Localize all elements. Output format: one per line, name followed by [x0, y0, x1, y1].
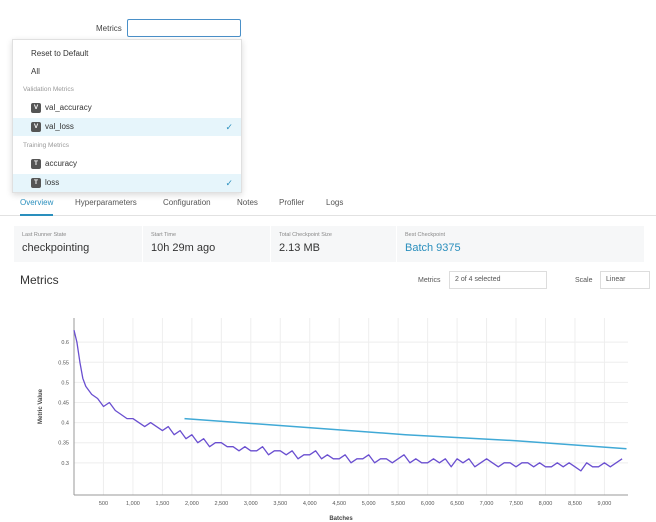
- metrics-select[interactable]: 2 of 4 selected: [449, 271, 547, 289]
- validation-metrics-group-label: Validation Metrics: [23, 86, 74, 93]
- checkmark-icon: ✓: [225, 122, 233, 132]
- metric-option-accuracy[interactable]: Taccuracy: [13, 155, 241, 173]
- x-tick-label: 6,000: [421, 501, 435, 507]
- x-tick-label: 2,500: [214, 501, 228, 507]
- x-axis-title: Batches: [329, 516, 353, 522]
- scale-select-label: Scale: [575, 277, 593, 284]
- stat-caption: Last Runner State: [22, 232, 67, 238]
- tab-notes[interactable]: Notes: [237, 198, 258, 216]
- x-tick-label: 8,000: [539, 501, 553, 507]
- total-checkpoint-size: Total Checkpoint Size 2.13 MB: [270, 226, 396, 262]
- x-tick-label: 7,000: [480, 501, 494, 507]
- stat-caption: Start Time: [151, 232, 177, 238]
- y-tick-label: 0.4: [61, 421, 69, 427]
- series-line-loss: [73, 329, 623, 472]
- x-tick-label: 500: [99, 501, 108, 507]
- run-summary: Last Runner State checkpointing Start Ti…: [14, 226, 644, 262]
- scale-select[interactable]: Linear: [600, 271, 650, 289]
- metrics-chart: 500 1,000 1,500 2,000 2,500 3,000 3,500 4,000 4,…: [0, 290, 656, 522]
- training-metrics-group-label: Training Metrics: [23, 142, 69, 149]
- stat-value: 2.13 MB: [279, 242, 320, 254]
- metrics-chart-svg: 500 1,000 1,500 2,000 2,500 3,000 3,500 4,000 4,…: [38, 318, 628, 522]
- metrics-select-label: Metrics: [418, 277, 441, 284]
- metrics-filter-input[interactable]: [127, 19, 241, 37]
- tab-profiler[interactable]: Profiler: [279, 198, 304, 216]
- tab-bar: Overview Hyperparameters Configuration N…: [0, 194, 656, 216]
- y-tick-label: 0.6: [61, 340, 69, 346]
- training-chip-icon: T: [31, 177, 41, 188]
- x-tick-label: 9,000: [598, 501, 612, 507]
- metrics-dropdown: Reset to Default All Validation Metrics …: [12, 39, 242, 193]
- x-tick-label: 1,000: [126, 501, 140, 507]
- metric-option-label: val_loss: [45, 122, 74, 131]
- start-time: Start Time 10h 29m ago: [142, 226, 274, 262]
- tab-configuration[interactable]: Configuration: [163, 198, 211, 216]
- tab-logs[interactable]: Logs: [326, 198, 343, 216]
- metric-option-val-loss[interactable]: Vval_loss ✓: [13, 118, 241, 136]
- training-chip-icon: T: [31, 158, 41, 169]
- y-tick-label: 0.35: [58, 441, 69, 447]
- stat-caption: Total Checkpoint Size: [279, 232, 332, 238]
- metrics-filter-label: Metrics: [96, 24, 122, 33]
- metric-option-label: val_accuracy: [45, 103, 92, 112]
- last-runner-state: Last Runner State checkpointing: [14, 226, 136, 262]
- metric-option-loss[interactable]: Tloss ✓: [13, 174, 241, 192]
- best-checkpoint-link[interactable]: Batch 9375: [405, 242, 461, 254]
- reset-to-default-option[interactable]: Reset to Default: [13, 45, 241, 63]
- x-tick-label: 3,000: [244, 501, 258, 507]
- x-tick-label: 7,500: [509, 501, 523, 507]
- tab-hyperparameters[interactable]: Hyperparameters: [75, 198, 137, 216]
- x-tick-label: 1,500: [156, 501, 170, 507]
- y-tick-label: 0.55: [58, 360, 69, 366]
- x-tick-label: 4,500: [332, 501, 346, 507]
- metric-option-val-accuracy[interactable]: Vval_accuracy: [13, 99, 241, 117]
- stat-value: 10h 29m ago: [151, 242, 216, 254]
- x-tick-label: 5,500: [391, 501, 405, 507]
- y-tick-label: 0.5: [61, 380, 69, 386]
- y-axis-title: Metric Value: [38, 388, 44, 424]
- metric-option-label: loss: [45, 178, 60, 187]
- metrics-section-title: Metrics: [20, 273, 59, 287]
- x-tick-label: 3,500: [273, 501, 287, 507]
- checkmark-icon: ✓: [225, 178, 233, 188]
- stat-caption: Best Checkpoint: [405, 232, 446, 238]
- y-tick-label: 0.45: [58, 400, 69, 406]
- best-checkpoint: Best Checkpoint Batch 9375: [396, 226, 526, 262]
- x-tick-label: 5,000: [362, 501, 376, 507]
- validation-chip-icon: V: [31, 121, 41, 132]
- stat-value: checkpointing: [22, 242, 90, 254]
- x-tick-label: 4,000: [303, 501, 317, 507]
- validation-chip-icon: V: [31, 102, 41, 113]
- y-tick-label: 0.3: [61, 461, 69, 467]
- x-tick-label: 8,500: [568, 501, 582, 507]
- tab-overview[interactable]: Overview: [20, 198, 54, 216]
- metrics-filter-bar: Metrics: [0, 0, 656, 42]
- x-tick-label: 6,500: [450, 501, 464, 507]
- all-option[interactable]: All: [13, 63, 241, 81]
- metric-option-label: accuracy: [45, 159, 78, 168]
- x-tick-label: 2,000: [185, 501, 199, 507]
